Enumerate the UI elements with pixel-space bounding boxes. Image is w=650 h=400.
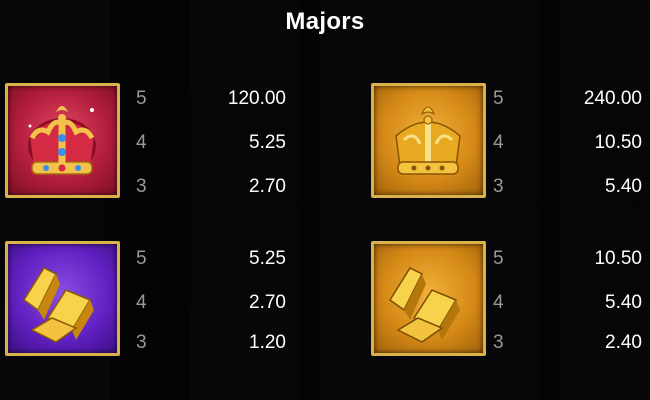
gold-crown-symbol-tile <box>371 83 486 198</box>
payout-value: 120.00 <box>227 88 286 109</box>
gold-bars-icon <box>22 267 94 343</box>
paytable-row: 4 5.25 <box>136 132 286 162</box>
paytable-row: 5 240.00 <box>493 88 642 118</box>
payout-value: 240.00 <box>583 88 642 109</box>
payout-value: 5.25 <box>249 248 286 269</box>
paytable-row: 4 5.40 <box>493 292 642 322</box>
symbol-count: 3 <box>493 332 504 353</box>
paytable-gold-bars-gold: 5 10.50 4 5.40 3 2.40 <box>493 248 642 368</box>
paytable-row: 5 5.25 <box>136 248 286 278</box>
paytable-row: 3 5.40 <box>493 176 642 206</box>
red-crown-symbol-tile <box>5 83 120 198</box>
page-title: Majors <box>285 8 365 35</box>
symbol-count: 4 <box>136 292 147 313</box>
symbol-count: 5 <box>493 248 504 269</box>
gold-bars-purple-symbol-tile <box>5 241 120 356</box>
symbol-count: 3 <box>493 176 504 197</box>
payout-value: 2.70 <box>249 176 286 197</box>
payout-value: 10.50 <box>594 132 642 153</box>
gold-crown-icon <box>395 106 461 175</box>
paytable-gold-crown: 5 240.00 4 10.50 3 5.40 <box>493 88 642 208</box>
symbol-count: 3 <box>136 332 147 353</box>
paytable-row: 3 2.40 <box>493 332 642 362</box>
symbol-count: 4 <box>136 132 147 153</box>
symbol-count: 5 <box>493 88 504 109</box>
gold-bars-icon <box>388 267 460 343</box>
payout-value: 5.40 <box>605 292 642 313</box>
paytable-row: 3 1.20 <box>136 332 286 362</box>
payout-value: 5.25 <box>249 132 286 153</box>
payout-value: 10.50 <box>594 248 642 269</box>
symbol-count: 5 <box>136 88 147 109</box>
paytable-row: 4 10.50 <box>493 132 642 162</box>
paytable-row: 4 2.70 <box>136 292 286 322</box>
red-crown-icon <box>28 106 96 175</box>
symbol-count: 4 <box>493 292 504 313</box>
symbol-count: 4 <box>493 132 504 153</box>
payout-value: 2.40 <box>605 332 642 353</box>
paytable-row: 5 10.50 <box>493 248 642 278</box>
gold-bars-gold-symbol-tile <box>371 241 486 356</box>
payout-value: 2.70 <box>249 292 286 313</box>
symbol-count: 5 <box>136 248 147 269</box>
paytable-red-crown: 5 120.00 4 5.25 3 2.70 <box>136 88 286 208</box>
paytable-row: 5 120.00 <box>136 88 286 118</box>
payout-value: 5.40 <box>605 176 642 197</box>
paytable-gold-bars-purple: 5 5.25 4 2.70 3 1.20 <box>136 248 286 368</box>
paytable-row: 3 2.70 <box>136 176 286 206</box>
symbol-count: 3 <box>136 176 147 197</box>
payout-value: 1.20 <box>249 332 286 353</box>
